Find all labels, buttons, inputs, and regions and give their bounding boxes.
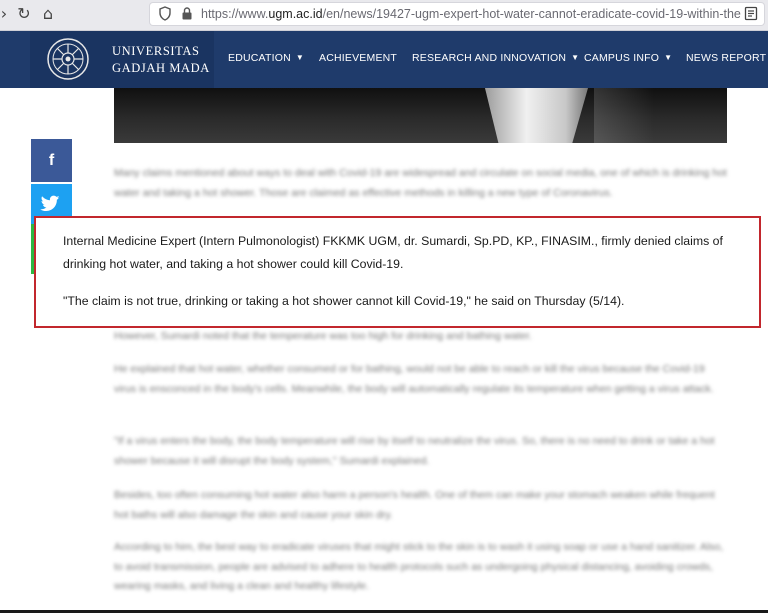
chevron-down-icon: ▼ <box>664 53 673 62</box>
ugm-seal-logo <box>47 38 89 80</box>
facebook-icon: f <box>48 152 55 169</box>
menu-news-report[interactable]: NEWS REPORT <box>686 52 766 64</box>
article-paragraph: However, Sumardi noted that the temperat… <box>114 330 532 342</box>
highlight-paragraph-2: "The claim is not true, drinking or taki… <box>63 294 625 308</box>
article-paragraph: Many claims mentioned about ways to deal… <box>114 167 727 199</box>
facebook-share-button[interactable]: f <box>31 139 72 182</box>
menu-research-innovation[interactable]: RESEARCH AND INNOVATION ▼ <box>412 52 579 64</box>
highlighted-excerpt: Internal Medicine Expert (Intern Pulmono… <box>34 216 761 328</box>
menu-campus-info[interactable]: CAMPUS INFO ▼ <box>584 52 672 64</box>
forward-icon[interactable]: › <box>0 4 14 24</box>
url-text: https://www.ugm.ac.id/en/news/19427-ugm-… <box>201 7 741 21</box>
hero-shine <box>594 88 654 143</box>
article-paragraph: According to him, the best way to eradic… <box>114 541 724 592</box>
chevron-down-icon: ▼ <box>295 53 304 62</box>
article-paragraph: He explained that hot water, whether con… <box>114 363 714 395</box>
site-header: UNIVERSITAS GADJAH MADA EDUCATION ▼ ACHIE… <box>0 31 768 88</box>
address-bar[interactable]: https://www.ugm.ac.id/en/news/19427-ugm-… <box>150 3 764 25</box>
brand-logo-link[interactable]: UNIVERSITAS GADJAH MADA <box>30 31 214 88</box>
menu-achievement[interactable]: ACHIEVEMENT <box>319 52 397 64</box>
reader-view-icon[interactable] <box>744 6 758 21</box>
glass-of-water-image <box>484 88 588 143</box>
brand-line-2: GADJAH MADA <box>112 61 210 75</box>
tracking-shield-icon[interactable] <box>159 6 171 21</box>
highlight-paragraph-1: Internal Medicine Expert (Intern Pulmono… <box>63 234 723 271</box>
home-icon[interactable]: ⌂ <box>38 4 58 24</box>
browser-toolbar: › ↻ ⌂ https://www.ugm.ac.id/en/news/1942… <box>0 0 768 31</box>
article-hero-image <box>114 88 727 143</box>
reload-icon[interactable]: ↻ <box>14 4 34 24</box>
chevron-down-icon: ▼ <box>571 53 580 62</box>
article-paragraph: Besides, too often consuming hot water a… <box>114 489 715 521</box>
article-paragraph: "If a virus enters the body, the body te… <box>114 435 715 467</box>
brand-name: UNIVERSITAS GADJAH MADA <box>112 43 210 77</box>
menu-education[interactable]: EDUCATION ▼ <box>228 52 304 64</box>
lock-icon[interactable] <box>181 6 193 21</box>
brand-line-1: UNIVERSITAS <box>112 44 200 58</box>
